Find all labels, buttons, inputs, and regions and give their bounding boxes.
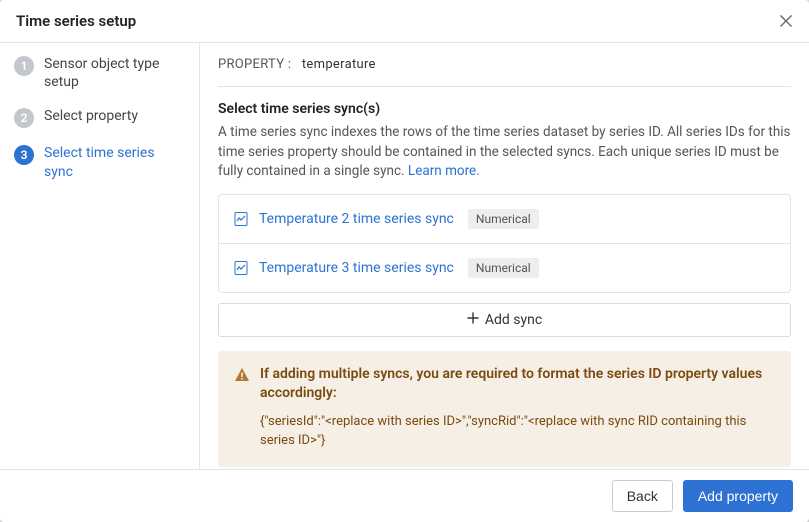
close-icon[interactable] xyxy=(779,14,793,28)
warning-heading: If adding multiple syncs, you are requir… xyxy=(234,365,775,404)
back-button[interactable]: Back xyxy=(612,480,673,512)
property-breadcrumb: PROPERTY : temperature xyxy=(218,57,791,87)
step-number-badge: 1 xyxy=(14,56,34,76)
sync-type-badge: Numerical xyxy=(468,258,539,278)
learn-more-link[interactable]: Learn more. xyxy=(408,163,480,179)
add-sync-label: Add sync xyxy=(485,312,542,328)
property-key-label: PROPERTY : xyxy=(218,57,291,72)
wizard-steps-sidebar: 1 Sensor object type setup 2 Select prop… xyxy=(0,43,200,469)
step-select-property[interactable]: 2 Select property xyxy=(0,99,199,136)
time-series-setup-modal: Time series setup 1 Sensor object type s… xyxy=(0,0,809,522)
step-sensor-object-type[interactable]: 1 Sensor object type setup xyxy=(0,47,199,99)
step-number-badge: 3 xyxy=(14,145,34,165)
warning-icon xyxy=(234,367,250,383)
property-value: temperature xyxy=(302,57,376,72)
section-description: A time series sync indexes the rows of t… xyxy=(218,123,791,182)
time-series-file-icon xyxy=(233,260,249,276)
sync-list: Temperature 2 time series sync Numerical… xyxy=(218,194,791,293)
section-title: Select time series sync(s) xyxy=(218,101,791,117)
plus-icon xyxy=(467,312,479,328)
main-panel: PROPERTY : temperature Select time serie… xyxy=(200,43,809,469)
step-label: Select property xyxy=(44,107,138,125)
warning-code-sample: {"seriesId":"<replace with series ID>","… xyxy=(260,412,775,451)
sync-name: Temperature 3 time series sync xyxy=(259,260,454,276)
step-label: Select time series sync xyxy=(44,144,185,180)
modal-title: Time series setup xyxy=(16,12,136,30)
sync-name: Temperature 2 time series sync xyxy=(259,211,454,227)
sync-item[interactable]: Temperature 2 time series sync Numerical xyxy=(219,195,790,244)
time-series-file-icon xyxy=(233,211,249,227)
modal-footer: Back Add property xyxy=(0,469,809,522)
sync-item[interactable]: Temperature 3 time series sync Numerical xyxy=(219,244,790,292)
add-property-button[interactable]: Add property xyxy=(683,480,793,512)
modal-body: 1 Sensor object type setup 2 Select prop… xyxy=(0,43,809,469)
add-sync-button[interactable]: Add sync xyxy=(218,303,791,337)
step-select-time-series-sync[interactable]: 3 Select time series sync xyxy=(0,136,199,188)
step-label: Sensor object type setup xyxy=(44,55,185,91)
warning-callout: If adding multiple syncs, you are requir… xyxy=(218,351,791,467)
sync-type-badge: Numerical xyxy=(468,209,539,229)
step-number-badge: 2 xyxy=(14,108,34,128)
modal-header: Time series setup xyxy=(0,0,809,43)
